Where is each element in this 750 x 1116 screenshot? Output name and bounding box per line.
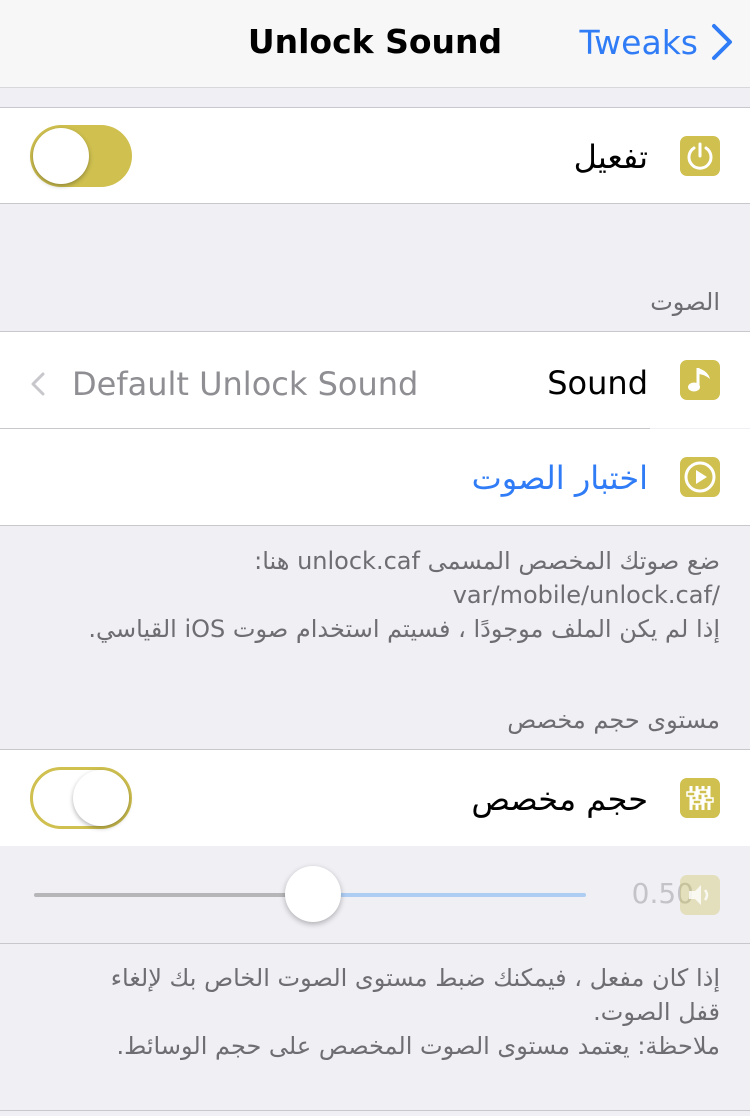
sound-cell[interactable]: Sound Default Unlock Sound [0,331,750,428]
sound-footer: ضع صوتك المخصص المسمى unlock.caf هنا: /v… [30,544,720,646]
footer-line: ضع صوتك المخصص المسمى unlock.caf هنا: [254,547,720,575]
volume-slider-row: 0.50 [0,847,750,944]
play-icon [680,457,720,497]
chevron-left-icon [31,372,45,396]
slider-track-min [34,893,314,897]
bottom-separator [0,1110,750,1111]
sound-detail[interactable]: Default Unlock Sound [30,365,418,403]
footer-line: /var/mobile/unlock.caf [452,581,720,609]
test-sound-cell[interactable]: اختبار الصوت [0,429,750,526]
footer-line: ملاحظة: يعتمد مستوى الصوت المخصص على حجم… [116,1032,720,1060]
footer-line: إذا لم يكن الملف موجودًا ، فسيتم استخدام… [88,615,720,643]
back-button[interactable]: Tweaks [579,22,734,62]
sliders-icon [680,778,720,818]
enable-label: تفعيل [573,138,648,176]
custom-volume-label: حجم مخصص [471,780,648,818]
enable-cell: تفعيل [0,107,750,204]
footer-line: قفل الصوت. [593,998,720,1026]
test-sound-button[interactable]: اختبار الصوت [472,459,648,497]
toggle-knob [73,770,129,826]
volume-slider-thumb[interactable] [285,866,341,922]
back-button-label: Tweaks [579,22,698,62]
navigation-bar: Unlock Sound Tweaks [0,0,750,88]
toggle-knob [33,128,89,184]
volume-footer: إذا كان مفعل ، فيمكنك ضبط مستوى الصوت ال… [30,961,720,1063]
slider-track-max [314,893,586,897]
speaker-icon [680,875,720,915]
chevron-right-icon [712,24,732,60]
power-icon [680,136,720,176]
custom-volume-cell: حجم مخصص [0,749,750,846]
sound-value: Default Unlock Sound [72,365,419,403]
enable-toggle[interactable] [30,125,132,187]
sound-label: Sound [547,364,648,402]
sound-section-header: الصوت [650,288,720,316]
custom-volume-toggle[interactable] [30,767,132,829]
footer-line: إذا كان مفعل ، فيمكنك ضبط مستوى الصوت ال… [110,964,720,992]
volume-section-header: مستوى حجم مخصص [507,706,720,734]
music-note-icon [680,360,720,400]
